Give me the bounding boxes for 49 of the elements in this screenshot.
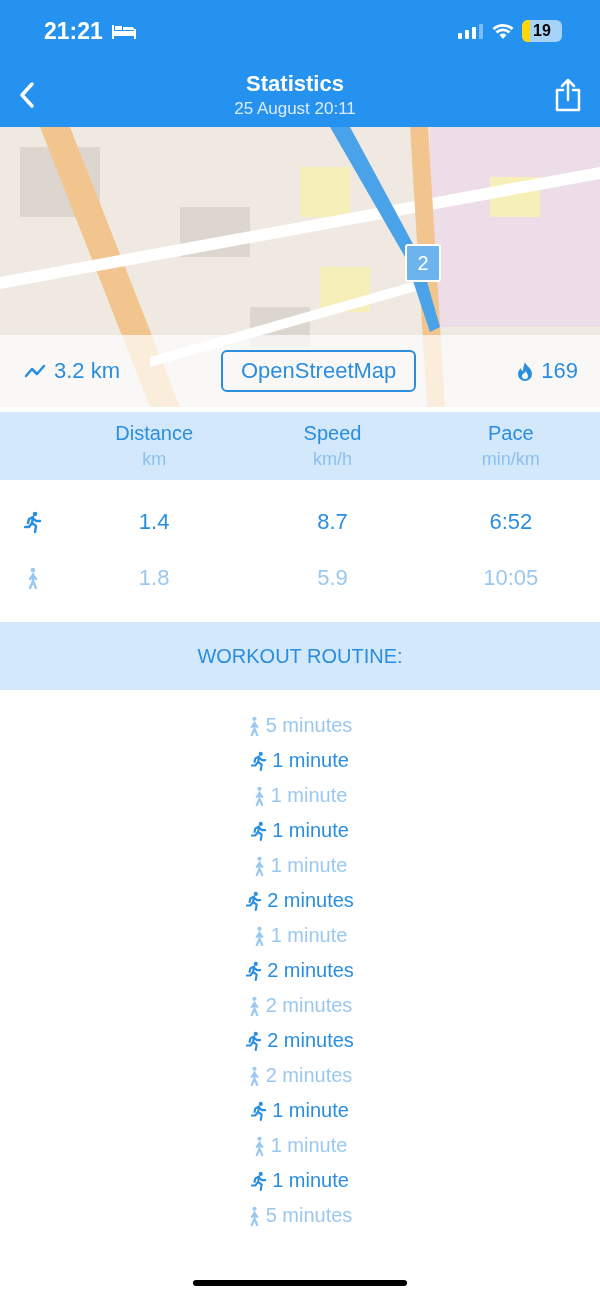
running-icon (251, 750, 268, 771)
running-icon (251, 1170, 268, 1191)
running-icon (246, 960, 263, 981)
step-duration: 1 minute (272, 1099, 349, 1122)
bed-icon (110, 23, 137, 39)
table-cell-text: 6:52 (488, 509, 534, 535)
signal-icon (458, 23, 484, 39)
step-duration: 1 minute (272, 1169, 349, 1192)
battery-indicator: 19 (522, 20, 562, 42)
column-label: Distance (115, 422, 194, 445)
column-unit: min/km (481, 449, 540, 470)
table-cell-text: 5.9 (316, 565, 349, 591)
step-duration: 1 minute (270, 854, 348, 877)
column-unit: km (142, 449, 167, 470)
running-icon (251, 820, 268, 841)
section-title: WORKOUT ROUTINE: (197, 644, 403, 668)
screen-title: Statistics (246, 70, 344, 97)
distance-total: 3.2 km (54, 358, 121, 384)
step-duration: 1 minute (270, 1134, 348, 1157)
flame-icon (517, 361, 534, 381)
table-cell-text: 1.8 (137, 565, 171, 591)
calories: 169 (541, 358, 578, 384)
step-duration: 1 minute (272, 819, 349, 842)
column-label: Pace (488, 422, 534, 445)
step-duration: 1 minute (272, 749, 349, 772)
map-pin[interactable]: 2 (405, 244, 441, 282)
map-source-button[interactable]: OpenStreetMap (221, 350, 417, 392)
step-duration: 2 minutes (265, 1064, 353, 1087)
column-unit: km/h (313, 449, 352, 470)
screen-subtitle: 25 August 20:11 (234, 98, 356, 119)
column-label: Speed (303, 422, 362, 445)
running-icon (246, 890, 263, 911)
route-icon (24, 364, 46, 378)
step-duration: 2 minutes (267, 959, 354, 982)
step-duration: 1 minute (270, 784, 348, 807)
status-time: 21:21 (44, 17, 103, 45)
running-icon (246, 1030, 263, 1051)
running-icon (23, 511, 42, 533)
wifi-icon (492, 23, 514, 39)
table-cell-text: 1.4 (137, 509, 171, 535)
step-duration: 2 minutes (267, 1029, 354, 1052)
step-duration: 2 minutes (267, 889, 354, 912)
step-duration: 1 minute (270, 924, 348, 947)
table-cell-text: 10:05 (482, 565, 540, 591)
step-duration: 5 minutes (265, 1204, 353, 1227)
table-cell-text: 8.7 (316, 509, 349, 535)
step-duration: 2 minutes (265, 994, 353, 1017)
running-icon (251, 1100, 268, 1121)
step-duration: 5 minutes (265, 714, 353, 737)
